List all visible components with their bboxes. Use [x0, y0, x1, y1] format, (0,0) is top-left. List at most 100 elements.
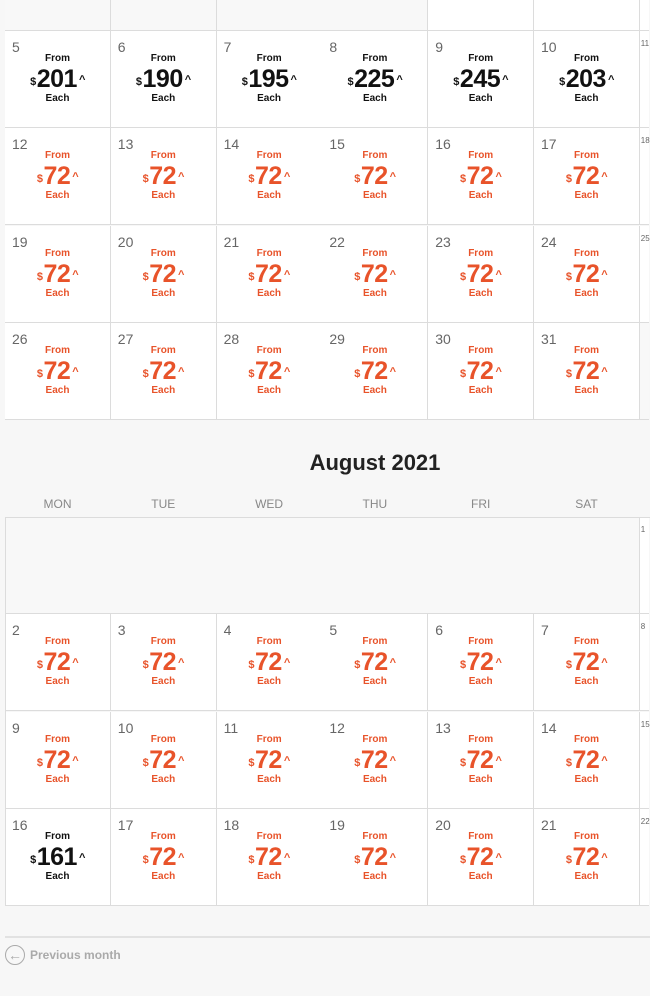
- price-block: From $72 ^ Each: [111, 345, 216, 397]
- day-cell[interactable]: 5 From $201 ^ Each: [5, 31, 111, 128]
- caret-marker: ^: [72, 268, 79, 281]
- price-block: From $72 ^ Each: [217, 345, 322, 397]
- each-label: Each: [151, 190, 176, 202]
- caret-marker: ^: [72, 365, 79, 378]
- from-label: From: [256, 247, 282, 259]
- day-cell[interactable]: 22 From $72 ^ Each: [322, 225, 429, 323]
- each-label: Each: [257, 384, 282, 396]
- currency-symbol: $: [460, 270, 466, 283]
- caret-marker: ^: [495, 171, 502, 184]
- from-label: From: [45, 150, 70, 162]
- each-label: Each: [257, 190, 282, 202]
- day-cell[interactable]: 7 From $195 ^ Each: [216, 31, 323, 128]
- day-cell: 2Each: [428, 0, 535, 31]
- price-amount: $72 ^: [36, 259, 79, 288]
- price-block: From $72 ^ Each: [428, 248, 533, 300]
- price-block: From $72 ^ Each: [534, 150, 639, 202]
- caret-marker: ^: [601, 171, 608, 184]
- caret-marker: ^: [283, 365, 290, 378]
- day-cell[interactable]: 31 From $72 ^ Each: [534, 322, 640, 420]
- day-number: 25: [640, 233, 650, 243]
- currency-symbol: $: [248, 270, 255, 283]
- price-amount: $203 ^: [559, 65, 614, 93]
- from-label: From: [468, 53, 494, 64]
- day-cell[interactable]: 6 From $190 ^ Each: [110, 31, 217, 128]
- from-label: From: [150, 247, 176, 259]
- day-cell[interactable]: 21 From $72 ^ Each: [216, 225, 323, 323]
- day-cell[interactable]: 10 From $203 ^ Each: [534, 31, 640, 128]
- price-amount: $72 ^: [248, 356, 290, 385]
- price-block: From $72 ^ Each: [534, 248, 639, 300]
- empty-cell: [5, 0, 111, 31]
- price-amount: $72 ^: [354, 162, 396, 191]
- empty-cell: [110, 0, 217, 31]
- day-cell[interactable]: 16 From $72 ^ Each: [428, 128, 535, 226]
- price-block: From $225 ^ Each: [322, 53, 427, 105]
- day-cell[interactable]: 9 From $245 ^ Each: [428, 31, 535, 128]
- arrow-left-circle-icon: ←: [5, 945, 25, 965]
- price-amount: $72 ^: [142, 356, 185, 385]
- currency-symbol: $: [453, 76, 459, 88]
- weekday-label: THU: [362, 497, 388, 511]
- day-cell[interactable]: 13 From $72 ^ Each: [110, 128, 217, 226]
- each-label: Each: [45, 190, 70, 202]
- divider: [5, 936, 650, 938]
- empty-cell: [322, 0, 429, 31]
- currency-symbol: $: [248, 173, 255, 186]
- price-block: From $72 ^ Each: [5, 345, 110, 397]
- previous-month-label: Previous month: [30, 948, 121, 962]
- day-cell[interactable]: 12 From $72 ^ Each: [5, 128, 111, 226]
- day-cell[interactable]: 26 From $72 ^ Each: [5, 322, 111, 420]
- grid-top-border: [5, 517, 650, 907]
- price-amount: $72 ^: [460, 356, 502, 385]
- caret-marker: ^: [502, 74, 509, 86]
- day-cell[interactable]: 17 From $72 ^ Each: [534, 128, 640, 226]
- day-cell[interactable]: 19 From $72 ^ Each: [5, 225, 111, 323]
- currency-symbol: $: [142, 270, 149, 283]
- currency-symbol: $: [565, 270, 572, 283]
- day-cell: 25: [639, 225, 650, 323]
- currency-symbol: $: [354, 367, 360, 380]
- currency-symbol: $: [565, 367, 572, 380]
- weekday-label: SAT: [575, 497, 598, 511]
- day-cell[interactable]: 30 From $72 ^ Each: [428, 322, 535, 420]
- day-cell[interactable]: 29 From $72 ^ Each: [322, 322, 429, 420]
- from-label: From: [574, 53, 599, 64]
- from-label: From: [574, 344, 599, 356]
- from-label: From: [362, 247, 388, 259]
- price-amount: $72 ^: [142, 259, 185, 288]
- price-amount: $72 ^: [460, 162, 502, 191]
- caret-marker: ^: [601, 365, 608, 378]
- empty-cell: [639, 322, 649, 420]
- currency-symbol: $: [347, 76, 354, 88]
- day-cell[interactable]: 8 From $225 ^ Each: [322, 31, 429, 128]
- currency-symbol: $: [248, 367, 255, 380]
- each-label: Each: [257, 93, 282, 104]
- currency-symbol: $: [559, 76, 565, 88]
- caret-marker: ^: [601, 268, 608, 281]
- each-label: Each: [468, 190, 493, 202]
- day-cell[interactable]: 24 From $72 ^ Each: [534, 225, 640, 323]
- price-amount: $72 ^: [354, 259, 396, 288]
- day-cell[interactable]: 14 From $72 ^ Each: [216, 128, 323, 226]
- day-cell[interactable]: 27 From $72 ^ Each: [110, 322, 217, 420]
- from-label: From: [468, 150, 494, 162]
- price-amount: $72 ^: [248, 162, 290, 191]
- price-amount: $72 ^: [142, 162, 185, 191]
- from-label: From: [468, 247, 494, 259]
- from-label: From: [362, 150, 388, 162]
- price-amount: $72 ^: [248, 259, 290, 288]
- day-cell: 3Each: [534, 0, 640, 31]
- day-cell: 11: [639, 31, 649, 128]
- price-block: From $72 ^ Each: [217, 248, 322, 300]
- price-block: From $72 ^ Each: [428, 345, 533, 397]
- day-cell[interactable]: 20 From $72 ^ Each: [110, 225, 217, 323]
- each-label: Each: [151, 93, 176, 104]
- day-cell[interactable]: 15 From $72 ^ Each: [322, 128, 429, 226]
- from-label: From: [574, 247, 599, 259]
- previous-month-button[interactable]: ← Previous month: [5, 945, 121, 965]
- day-cell[interactable]: 28 From $72 ^ Each: [216, 322, 323, 420]
- day-cell[interactable]: 23 From $72 ^ Each: [428, 225, 535, 323]
- each-label: Each: [151, 287, 176, 299]
- price-block: From $72 ^ Each: [111, 150, 216, 202]
